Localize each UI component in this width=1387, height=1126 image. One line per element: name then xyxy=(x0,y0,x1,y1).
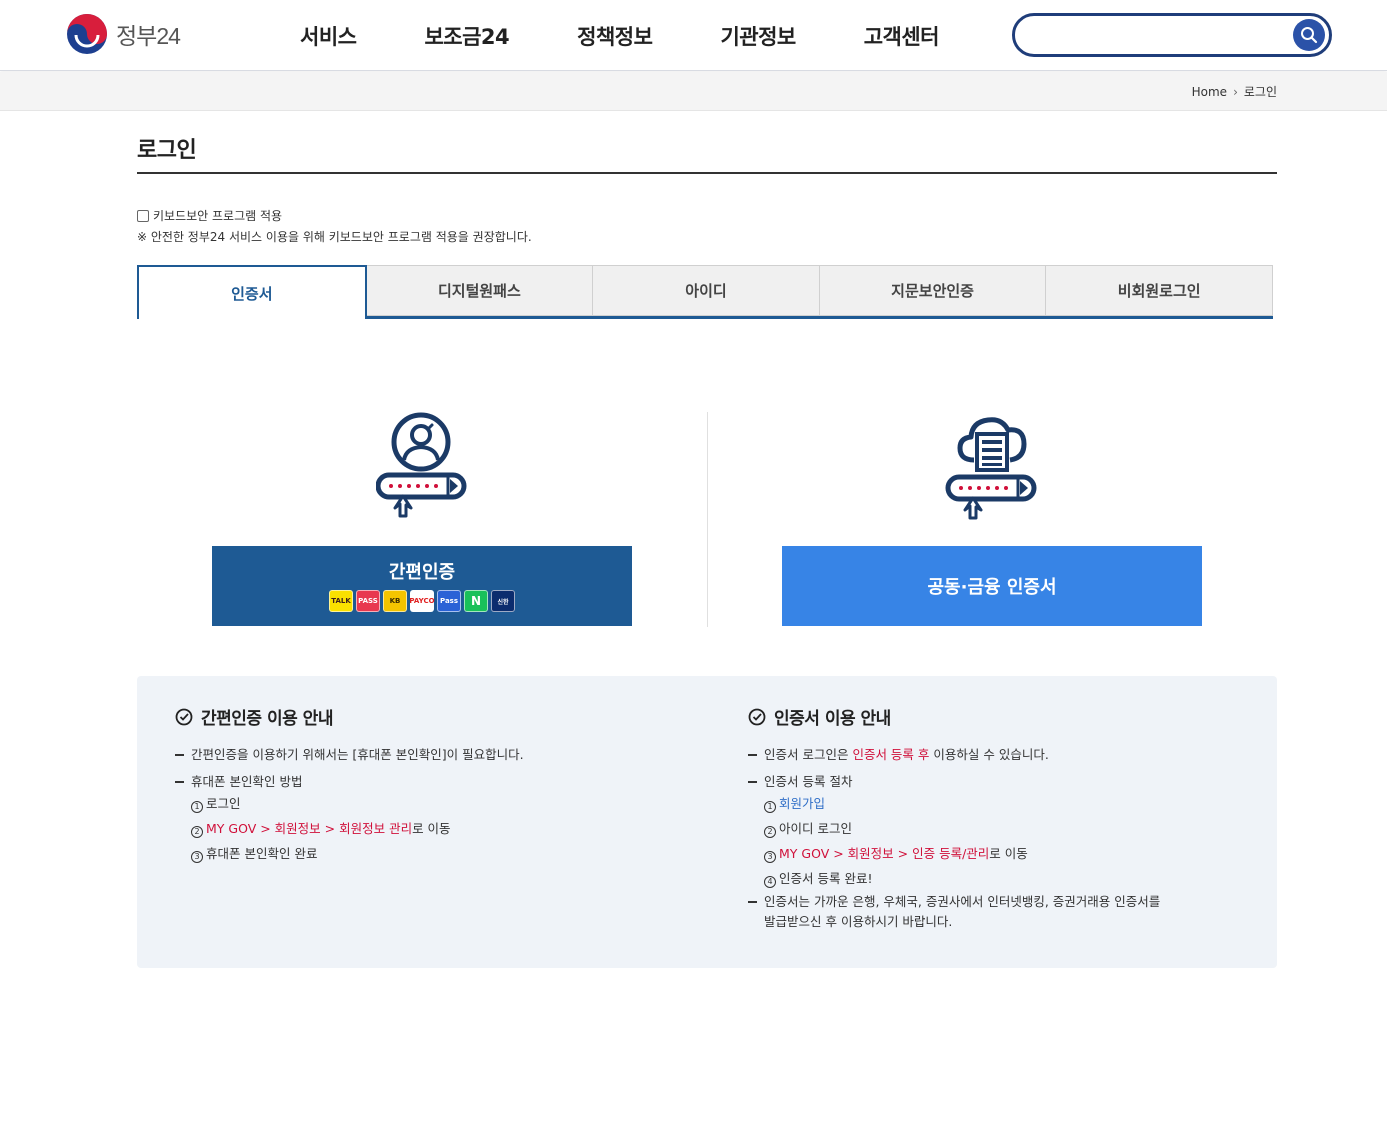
main-nav: 서비스 보조금24 정책정보 기관정보 고객센터 xyxy=(300,0,1007,71)
pass-icon: PASS xyxy=(356,590,380,612)
user-auth-icon xyxy=(376,412,467,518)
samsung-pass-icon: Pass xyxy=(437,590,461,612)
breadcrumb-bar: Home › 로그인 xyxy=(0,72,1387,111)
site-logo[interactable]: 정부24 xyxy=(66,13,196,55)
payco-icon: PAYCO xyxy=(409,590,435,612)
breadcrumb: Home › 로그인 xyxy=(1192,83,1277,100)
guide-item: 간편인증을 이용하기 위해서는 [휴대폰 본인확인]이 필요합니다. xyxy=(175,745,524,765)
tab-digital-onepass[interactable]: 디지털원패스 xyxy=(366,265,594,316)
guide-step: 2 아이디 로그인 xyxy=(748,819,1160,839)
guide-step: 3 휴대폰 본인확인 완료 xyxy=(175,844,524,864)
title-divider xyxy=(137,172,1277,174)
guide-step: 4 인증서 등록 완료! xyxy=(748,869,1160,889)
kakao-talk-icon: TALK xyxy=(329,590,353,612)
tab-non-member[interactable]: 비회원로그인 xyxy=(1046,265,1273,316)
simple-auth-provider-badges: TALK PASS KB PAYCO Pass N 신한 xyxy=(328,590,517,612)
guide-step: 1 회원가입 xyxy=(748,794,1160,814)
keyboard-security-checkbox[interactable] xyxy=(137,209,149,222)
guide-step: 2 MY GOV > 회원정보 > 회원정보 관리로 이동 xyxy=(175,819,524,839)
search-box xyxy=(1012,13,1332,57)
shinhan-bank-icon: 신한 xyxy=(491,590,515,612)
site-header: 정부24 서비스 보조금24 정책정보 기관정보 고객센터 xyxy=(0,0,1387,71)
nav-item-subsidy24[interactable]: 보조금24 xyxy=(424,21,509,51)
nav-item-policy-info[interactable]: 정책정보 xyxy=(577,21,653,51)
tab-fingerprint[interactable]: 지문보안인증 xyxy=(819,265,1047,316)
login-tabs: 인증서 디지털원패스 아이디 지문보안인증 비회원로그인 xyxy=(137,265,1273,319)
breadcrumb-home[interactable]: Home xyxy=(1192,85,1227,99)
simple-auth-guide-heading: 간편인증 이용 안내 xyxy=(175,704,524,729)
tab-id[interactable]: 아이디 xyxy=(593,265,820,316)
guide-item: 인증서 등록 절차 xyxy=(748,772,1160,792)
simple-auth-button[interactable]: 간편인증 TALK PASS KB PAYCO Pass N 신한 xyxy=(212,546,632,626)
joint-financial-cert-button[interactable]: 공동·금융 인증서 xyxy=(782,546,1202,626)
search-icon xyxy=(1301,27,1318,44)
breadcrumb-current: 로그인 xyxy=(1243,85,1277,99)
guide-item: 인증서는 가까운 은행, 우체국, 증권사에서 인터넷뱅킹, 증권거래용 인증서… xyxy=(748,892,1160,932)
guide-step: 3 MY GOV > 회원정보 > 인증 등록/관리로 이동 xyxy=(748,844,1160,864)
naver-icon: N xyxy=(464,590,488,612)
keyboard-security-row: 키보드보안 프로그램 적용 xyxy=(137,207,282,224)
cloud-certificate-icon xyxy=(945,417,1037,520)
nav-item-services[interactable]: 서비스 xyxy=(300,21,357,51)
page-title: 로그인 xyxy=(137,138,197,163)
sign-up-link[interactable]: 회원가입 xyxy=(779,796,825,811)
simple-auth-label: 간편인증 xyxy=(388,562,456,583)
guide-item: 인증서 로그인은 인증서 등록 후 이용하실 수 있습니다. xyxy=(748,745,1160,765)
search-button[interactable] xyxy=(1293,19,1325,51)
search-input[interactable] xyxy=(1029,22,1289,48)
nav-item-agency-info[interactable]: 기관정보 xyxy=(720,21,796,51)
options-divider xyxy=(707,412,708,627)
chevron-right-icon: › xyxy=(1233,84,1238,99)
kb-bank-icon: KB xyxy=(383,590,407,612)
cert-register-highlight: 인증서 등록 후 xyxy=(852,747,930,762)
guide-item: 휴대폰 본인확인 방법 xyxy=(175,772,524,792)
mygov-member-info-link[interactable]: MY GOV > 회원정보 > 회원정보 관리 xyxy=(206,821,412,836)
cert-guide: 인증서 이용 안내 인증서 로그인은 인증서 등록 후 이용하실 수 있습니다.… xyxy=(748,704,1160,932)
nav-item-customer-center[interactable]: 고객센터 xyxy=(864,21,940,51)
mygov-cert-manage-link[interactable]: MY GOV > 회원정보 > 인증 등록/관리 xyxy=(779,846,989,861)
check-circle-icon xyxy=(175,708,193,725)
simple-auth-guide-title: 간편인증 이용 안내 xyxy=(201,709,333,729)
guide-step: 1 로그인 xyxy=(175,794,524,814)
keyboard-security-note: ※ 안전한 정부24 서비스 이용을 위해 키보드보안 프로그램 적용을 권장합… xyxy=(137,230,532,244)
check-circle-icon xyxy=(748,708,766,725)
keyboard-security-label[interactable]: 키보드보안 프로그램 적용 xyxy=(153,207,282,224)
cert-guide-title: 인증서 이용 안내 xyxy=(774,709,891,729)
usage-guide-box: 간편인증 이용 안내 간편인증을 이용하기 위해서는 [휴대폰 본인확인]이 필… xyxy=(137,676,1277,968)
taegeuk-logo-icon xyxy=(67,14,107,54)
tab-certificate[interactable]: 인증서 xyxy=(137,265,367,319)
simple-auth-guide: 간편인증 이용 안내 간편인증을 이용하기 위해서는 [휴대폰 본인확인]이 필… xyxy=(175,704,524,864)
cert-guide-heading: 인증서 이용 안내 xyxy=(748,704,1160,729)
logo-text: 정부24 xyxy=(116,23,181,49)
